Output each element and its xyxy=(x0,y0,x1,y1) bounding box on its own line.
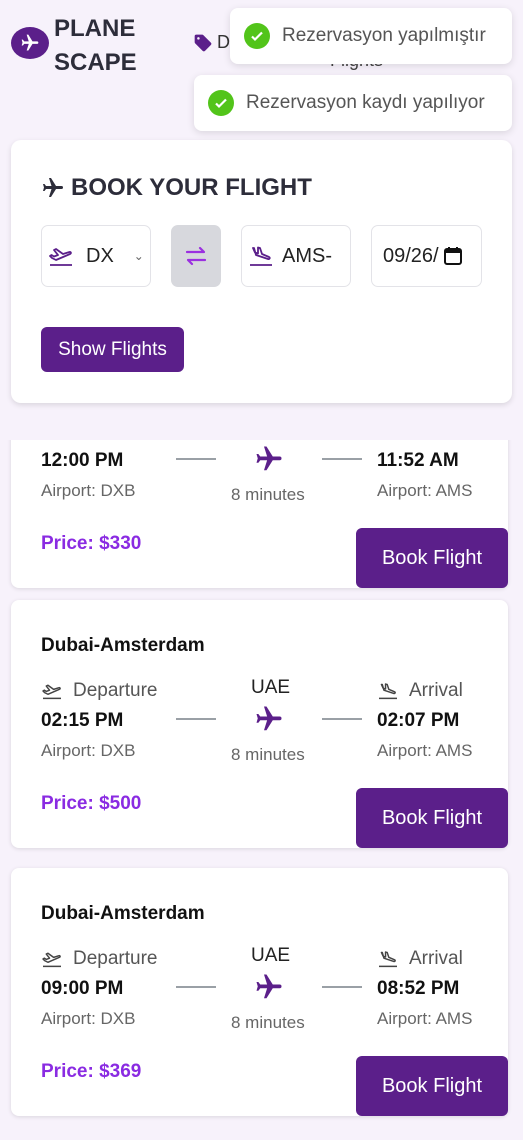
toast-message: Rezervasyon kaydı yapılıyor xyxy=(246,92,485,113)
book-flight-button[interactable]: Book Flight xyxy=(356,528,508,588)
plane-icon xyxy=(256,706,282,731)
toast-message: Rezervasyon yapılmıştır xyxy=(282,25,486,46)
show-flights-button[interactable]: Show Flights xyxy=(41,327,184,372)
departure-time: 02:15 PM xyxy=(41,710,124,731)
chevron-down-icon: ⌄ xyxy=(133,249,144,263)
arrival-time: 08:52 PM xyxy=(377,978,460,999)
flight-duration: 8 minutes xyxy=(231,745,305,764)
nav-deals[interactable]: D xyxy=(193,32,230,53)
flight-price: Price: $500 xyxy=(41,793,142,814)
arrival-airport: Airport: AMS xyxy=(377,1009,473,1028)
departure-label: Departure xyxy=(41,948,158,970)
flight-card: Dubai-Amsterdam Departure UAE Arrival 09… xyxy=(11,868,508,1116)
date-input[interactable]: 09/26/ xyxy=(371,225,482,287)
date-value: 09/26/ xyxy=(383,244,439,267)
plane-icon xyxy=(256,446,282,471)
departure-airport: Airport: DXB xyxy=(41,481,136,500)
book-flight-button[interactable]: Book Flight xyxy=(356,1056,508,1116)
airline-name: UAE xyxy=(251,677,291,698)
flight-duration: 8 minutes xyxy=(231,1013,305,1032)
flight-route: Dubai-Amsterdam xyxy=(41,903,205,924)
book-flight-button[interactable]: Book Flight xyxy=(356,788,508,848)
check-circle-icon xyxy=(244,23,270,49)
landing-icon xyxy=(250,246,272,266)
departure-time: 12:00 PM xyxy=(41,450,124,471)
to-value: AMS- xyxy=(282,244,332,267)
divider-line xyxy=(322,986,362,988)
divider-line xyxy=(322,458,362,460)
plane-logo-icon[interactable] xyxy=(11,27,49,59)
divider-line xyxy=(322,718,362,720)
arrival-label: Arrival xyxy=(377,680,463,702)
nav-deals-label: D xyxy=(217,32,230,52)
toast-success[interactable]: Rezervasyon yapılmıştır xyxy=(230,8,512,64)
airline-name: UAE xyxy=(251,945,291,966)
brand-name[interactable]: PLANE SCAPE xyxy=(54,12,137,80)
divider-line xyxy=(176,986,216,988)
takeoff-icon xyxy=(49,248,72,266)
flight-card: 12:00 PM 11:52 AM Airport: DXB Airport: … xyxy=(11,440,508,588)
flight-price: Price: $330 xyxy=(41,533,142,554)
booking-card: BOOK YOUR FLIGHT DX ⌄ AMS- 09/26/ Show F… xyxy=(11,140,512,403)
divider-line xyxy=(176,458,216,460)
flight-duration: 8 minutes xyxy=(231,485,305,504)
from-value: DX xyxy=(86,244,114,267)
departure-label: Departure xyxy=(41,680,158,702)
arrival-time: 02:07 PM xyxy=(377,710,460,731)
landing-icon xyxy=(379,683,397,700)
takeoff-icon xyxy=(42,684,61,700)
check-circle-icon xyxy=(208,90,234,116)
departure-airport: Airport: DXB xyxy=(41,741,136,760)
departure-airport: Airport: DXB xyxy=(41,1009,136,1028)
plane-icon xyxy=(256,974,282,999)
booking-title: BOOK YOUR FLIGHT xyxy=(41,174,312,202)
swap-airports-button[interactable] xyxy=(171,225,221,287)
arrival-time: 11:52 AM xyxy=(377,450,459,471)
flight-card: Dubai-Amsterdam Departure UAE Arrival 02… xyxy=(11,600,508,848)
plane-icon xyxy=(43,178,63,197)
arrival-airport: Airport: AMS xyxy=(377,481,473,500)
swap-icon xyxy=(185,246,207,266)
tag-icon xyxy=(194,34,212,51)
divider-line xyxy=(176,718,216,720)
flight-route: Dubai-Amsterdam xyxy=(41,635,205,656)
arrival-label: Arrival xyxy=(377,948,463,970)
toast-success[interactable]: Rezervasyon kaydı yapılıyor xyxy=(194,75,512,131)
flight-price: Price: $369 xyxy=(41,1061,142,1082)
to-airport-input[interactable]: AMS- xyxy=(241,225,351,287)
landing-icon xyxy=(379,951,397,968)
arrival-airport: Airport: AMS xyxy=(377,741,473,760)
departure-time: 09:00 PM xyxy=(41,978,124,999)
takeoff-icon xyxy=(42,952,61,968)
flight-list[interactable]: 12:00 PM 11:52 AM Airport: DXB Airport: … xyxy=(0,440,523,1140)
from-airport-select[interactable]: DX ⌄ xyxy=(41,225,151,287)
calendar-icon[interactable] xyxy=(443,246,463,266)
